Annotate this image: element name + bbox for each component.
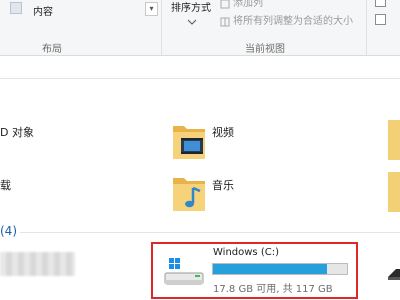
add-column-icon — [220, 0, 230, 9]
folder-label-objects[interactable]: D 对象 — [0, 124, 34, 140]
drive-icon[interactable] — [386, 266, 400, 280]
section-divider — [20, 232, 400, 233]
layout-more-button[interactable]: ▾ — [145, 2, 158, 16]
folder-label-videos[interactable]: 视频 — [212, 124, 234, 140]
add-columns-button[interactable]: 添加列 — [233, 0, 263, 9]
drive-c-usage-fill — [213, 264, 327, 274]
checkbox[interactable] — [375, 0, 386, 7]
folder-icon[interactable] — [388, 172, 400, 212]
current-view-group-label: 当前视图 — [245, 44, 285, 55]
fit-columns-icon — [220, 12, 230, 27]
folder-label-music[interactable]: 音乐 — [212, 177, 234, 193]
blurred-drive[interactable] — [0, 252, 75, 276]
drive-c-free-space: 17.8 GB 可用, 共 117 GB — [213, 284, 333, 295]
ribbon: 内容 ▾ 布局 排序方式 添加列 将所有列调整为合适的大小 当前视图 — [0, 0, 400, 56]
video-folder-icon[interactable] — [172, 120, 206, 160]
checkbox[interactable] — [375, 14, 386, 25]
music-folder-icon[interactable] — [172, 172, 206, 212]
content-view-item[interactable]: 内容 — [33, 3, 53, 18]
content-view-icon — [10, 2, 22, 14]
ribbon-separator — [366, 0, 367, 55]
drive-c-usage-bar — [212, 263, 348, 275]
devices-section-count[interactable]: (4) — [0, 224, 17, 238]
ribbon-separator — [161, 0, 162, 55]
folder-label-downloads[interactable]: 载 — [0, 177, 11, 193]
drive-c-name[interactable]: Windows (C:) — [213, 247, 279, 258]
windows-drive-icon[interactable] — [162, 256, 206, 288]
fit-columns-button[interactable]: 将所有列调整为合适的大小 — [233, 12, 353, 27]
address-bar-strip — [0, 56, 400, 79]
layout-group-label: 布局 — [42, 44, 62, 55]
folder-icon[interactable] — [388, 120, 400, 160]
sort-dropdown-icon[interactable] — [172, 12, 212, 25]
